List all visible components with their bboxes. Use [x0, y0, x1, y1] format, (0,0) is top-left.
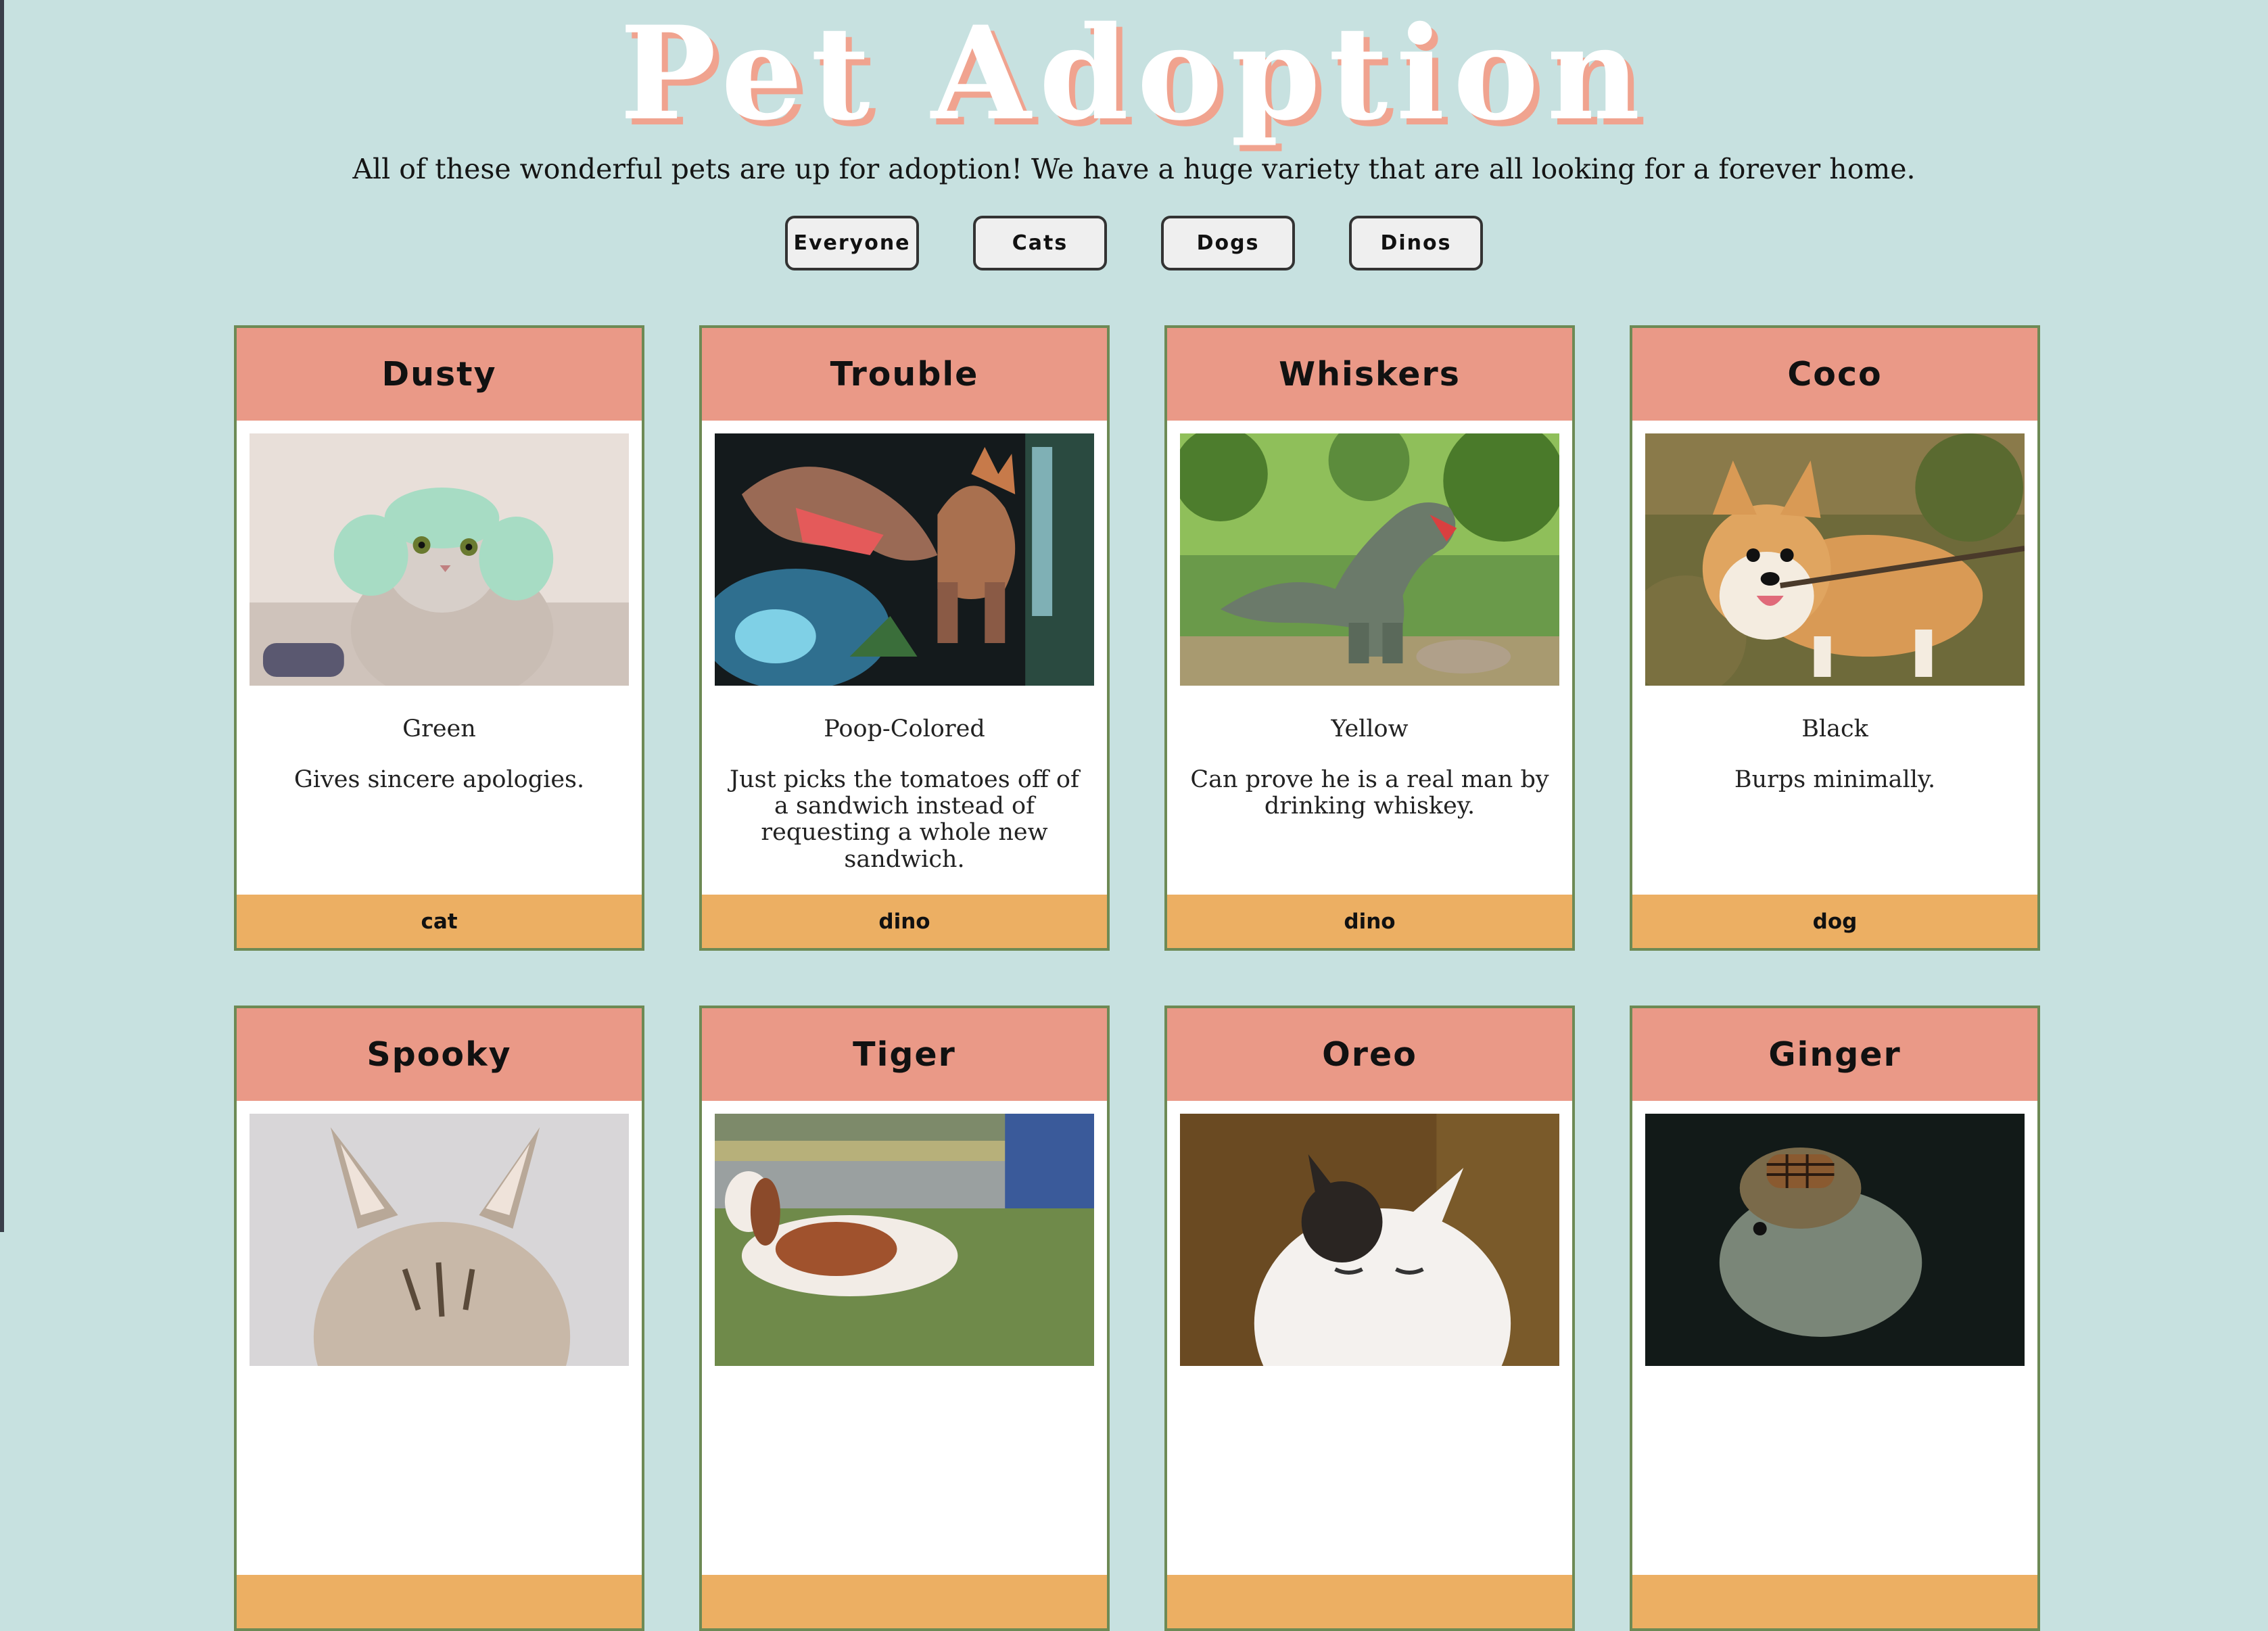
dino-photo: [1180, 433, 1559, 686]
page-intro: All of these wonderful pets are up for a…: [352, 153, 1916, 185]
pet-special-skill: Gives sincere apologies.: [293, 766, 585, 793]
cat-photo: [1180, 1114, 1559, 1366]
pet-details: Poop-Colored Just picks the tomatoes off…: [702, 686, 1107, 895]
pet-name: Tiger: [702, 1008, 1107, 1101]
pet-color: Green: [402, 715, 476, 742]
pet-card[interactable]: Coco Black Burps minimally. dog: [1630, 325, 2040, 951]
pet-special-skill: Burps minimally.: [1734, 766, 1936, 793]
pet-card[interactable]: Trouble Poop-Colored Just picks the toma…: [699, 325, 1110, 951]
pet-color: Yellow: [1331, 715, 1409, 742]
dog-photo: [715, 1114, 1094, 1366]
pet-type: dino: [702, 895, 1107, 948]
pet-type: cat: [237, 895, 642, 948]
filter-button-group: Everyone Cats Dogs Dinos: [0, 216, 2268, 270]
pet-type: dog: [1632, 895, 2037, 948]
pet-type: [702, 1575, 1107, 1628]
pet-card-grid: Dusty Green Gives sincere apologies. cat…: [234, 325, 2041, 1631]
dog-photo: [1645, 433, 2025, 686]
dino-photo: [1645, 1114, 2025, 1366]
page-title: Pet Adoption: [619, 0, 1649, 149]
pet-special-skill: Can prove he is a real man by drinking w…: [1190, 766, 1549, 820]
pet-type: [1632, 1575, 2037, 1628]
pet-details: [237, 1366, 642, 1575]
cat-photo: [250, 433, 629, 686]
pet-name: Dusty: [237, 328, 642, 421]
pet-name: Trouble: [702, 328, 1107, 421]
pet-type: dino: [1167, 895, 1572, 948]
pet-details: Yellow Can prove he is a real man by dri…: [1167, 686, 1572, 895]
pet-card[interactable]: Oreo: [1164, 1006, 1575, 1631]
pet-details: [1632, 1366, 2037, 1575]
pet-details: [1167, 1366, 1572, 1575]
pet-card[interactable]: Tiger: [699, 1006, 1110, 1631]
pet-details: [702, 1366, 1107, 1575]
dino-photo: [715, 433, 1094, 686]
pet-type: [1167, 1575, 1572, 1628]
filter-dinos-button[interactable]: Dinos: [1349, 216, 1483, 270]
pet-name: Coco: [1632, 328, 2037, 421]
cat-photo: [250, 1114, 629, 1366]
pet-card[interactable]: Spooky: [234, 1006, 644, 1631]
pet-details: Black Burps minimally.: [1632, 686, 2037, 895]
pet-name: Ginger: [1632, 1008, 2037, 1101]
pet-name: Whiskers: [1167, 328, 1572, 421]
pet-details: Green Gives sincere apologies.: [237, 686, 642, 895]
pet-card[interactable]: Whiskers Yellow Can prove he is a real m…: [1164, 325, 1575, 951]
pet-name: Spooky: [237, 1008, 642, 1101]
filter-everyone-button[interactable]: Everyone: [785, 216, 919, 270]
pet-color: Poop-Colored: [824, 715, 985, 742]
pet-name: Oreo: [1167, 1008, 1572, 1101]
pet-special-skill: Just picks the tomatoes off of a sandwic…: [730, 766, 1079, 873]
filter-cats-button[interactable]: Cats: [973, 216, 1107, 270]
pet-color: Black: [1801, 715, 1868, 742]
filter-dogs-button[interactable]: Dogs: [1161, 216, 1295, 270]
pet-type: [237, 1575, 642, 1628]
pet-card[interactable]: Dusty Green Gives sincere apologies. cat: [234, 325, 644, 951]
pet-card[interactable]: Ginger: [1630, 1006, 2040, 1631]
